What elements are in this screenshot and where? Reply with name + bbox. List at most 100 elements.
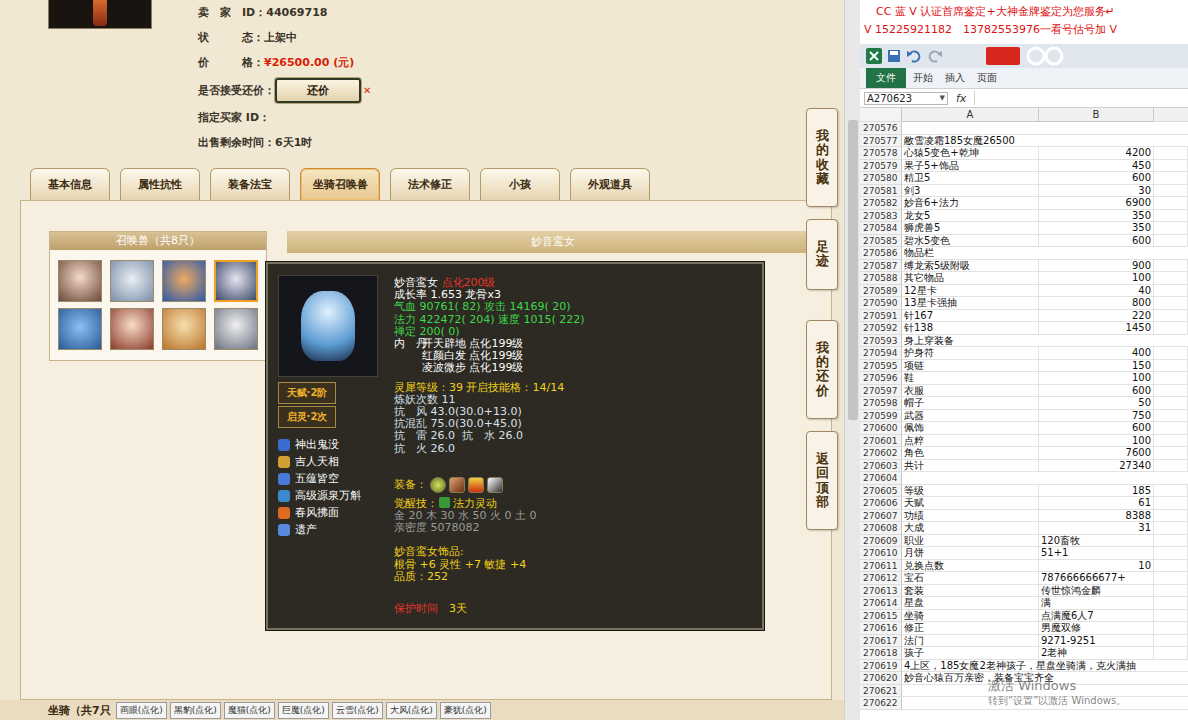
cell-c[interactable] — [1154, 447, 1188, 460]
row-number[interactable]: 270599 — [860, 410, 902, 423]
cell-b[interactable]: 600 — [1039, 172, 1154, 185]
skill-item[interactable]: 五蕴皆空 — [278, 470, 380, 487]
row-number[interactable]: 270580 — [860, 172, 902, 185]
cell-a[interactable] — [902, 472, 1188, 485]
skill-item[interactable]: 神出鬼没 — [278, 436, 380, 453]
cell-a[interactable]: 精卫5 — [902, 172, 1039, 185]
cell-c[interactable] — [1154, 610, 1188, 623]
row-number[interactable]: 270615 — [860, 610, 902, 623]
cell-b[interactable]: 150 — [1039, 360, 1154, 373]
cell-c[interactable] — [1154, 160, 1188, 173]
cell-b[interactable]: 220 — [1039, 310, 1154, 323]
column-header[interactable]: B — [1039, 108, 1154, 122]
pet-avatar-icon[interactable] — [110, 308, 154, 350]
cell-b[interactable]: 满 — [1039, 597, 1154, 610]
skill-item[interactable]: 遗产 — [278, 521, 380, 538]
cell-a[interactable]: 宝石 — [902, 572, 1039, 585]
equipment-icon[interactable] — [487, 477, 503, 493]
detail-tab[interactable]: 基本信息 — [30, 168, 110, 200]
redo-icon[interactable] — [927, 49, 943, 63]
name-box-arrow-icon[interactable]: ▼ — [940, 94, 945, 102]
detail-tab[interactable]: 法术修正 — [390, 168, 470, 200]
cell-c[interactable] — [1154, 372, 1188, 385]
cell-a[interactable]: 星盘 — [902, 597, 1039, 610]
cell-c[interactable] — [1154, 435, 1188, 448]
row-number[interactable]: 270620 — [860, 672, 902, 685]
cell-c[interactable] — [1154, 360, 1188, 373]
cell-a[interactable]: 鞋 — [902, 372, 1039, 385]
formula-input[interactable] — [974, 91, 1184, 105]
skill-item[interactable]: 吉人天相 — [278, 453, 380, 470]
detail-tab[interactable]: 装备法宝 — [210, 168, 290, 200]
row-number[interactable]: 270598 — [860, 397, 902, 410]
row-number[interactable]: 270608 — [860, 522, 902, 535]
cell-c[interactable] — [1154, 260, 1188, 273]
counter-offer-button[interactable]: 还价 — [275, 78, 361, 103]
row-number[interactable]: 270611 — [860, 560, 902, 573]
row-number[interactable]: 270581 — [860, 185, 902, 198]
cell-a[interactable]: 衣服 — [902, 385, 1039, 398]
cell-a[interactable]: 角色 — [902, 447, 1039, 460]
row-number[interactable]: 270585 — [860, 235, 902, 248]
cell-a[interactable]: 妙音6+法力 — [902, 197, 1039, 210]
name-box[interactable]: A270623▼ — [864, 92, 948, 105]
row-number[interactable]: 270593 — [860, 335, 902, 348]
cell-c[interactable] — [1154, 560, 1188, 573]
equipment-icon[interactable] — [468, 477, 484, 493]
cell-a[interactable]: 龙女5 — [902, 210, 1039, 223]
scroll-thumb[interactable] — [848, 120, 858, 420]
undo-icon[interactable] — [906, 49, 922, 63]
row-number[interactable]: 270619 — [860, 660, 902, 673]
cell-a[interactable]: 剑3 — [902, 185, 1039, 198]
row-number[interactable]: 270596 — [860, 372, 902, 385]
cell-c[interactable] — [1154, 197, 1188, 210]
cell-a[interactable]: 心猿5变色+乾坤 — [902, 147, 1039, 160]
row-number[interactable]: 270579 — [860, 160, 902, 173]
side-tab[interactable]: 足迹 — [806, 219, 838, 290]
cell-b[interactable]: 100 — [1039, 372, 1154, 385]
cell-a[interactable]: 碧水5变色 — [902, 235, 1039, 248]
cell-b[interactable]: 40 — [1039, 285, 1154, 298]
cell-b[interactable]: 31 — [1039, 522, 1154, 535]
cell-a[interactable]: 兑换点数 — [902, 560, 1039, 573]
cell-c[interactable] — [1154, 622, 1188, 635]
cell-b[interactable]: 7600 — [1039, 447, 1154, 460]
row-number[interactable]: 270622 — [860, 697, 902, 710]
cell-c[interactable] — [1154, 510, 1188, 523]
cell-c[interactable] — [1154, 347, 1188, 360]
cell-a[interactable]: 缚龙索5级附吸 — [902, 260, 1039, 273]
cell-a[interactable]: 项链 — [902, 360, 1039, 373]
cell-b[interactable]: 9271-9251 — [1039, 635, 1154, 648]
pet-avatar-icon[interactable] — [58, 308, 102, 350]
cell-a[interactable]: 其它物品 — [902, 272, 1039, 285]
row-number[interactable]: 270604 — [860, 472, 902, 485]
cell-a[interactable]: 月饼 — [902, 547, 1039, 560]
row-number[interactable]: 270577 — [860, 135, 902, 148]
cell-b[interactable]: 750 — [1039, 410, 1154, 423]
cell-a[interactable]: 套装 — [902, 585, 1039, 598]
cell-c[interactable] — [1154, 485, 1188, 498]
cell-a[interactable]: 坐骑 — [902, 610, 1039, 623]
cell-b[interactable]: 61 — [1039, 497, 1154, 510]
cell-a[interactable]: 武器 — [902, 410, 1039, 423]
row-number[interactable]: 270589 — [860, 285, 902, 298]
cell-b[interactable]: 100 — [1039, 272, 1154, 285]
row-number[interactable]: 270618 — [860, 647, 902, 660]
side-tab[interactable]: 我的收藏 — [806, 108, 838, 207]
ribbon-tab[interactable]: 插入 — [940, 68, 970, 88]
row-number[interactable]: 270601 — [860, 435, 902, 448]
cell-c[interactable] — [1154, 535, 1188, 548]
cell-b[interactable]: 600 — [1039, 235, 1154, 248]
cell-b[interactable]: 27340 — [1039, 460, 1154, 473]
cell-c[interactable] — [1154, 410, 1188, 423]
cell-b[interactable]: 400 — [1039, 347, 1154, 360]
cell-a[interactable] — [902, 685, 1188, 698]
cell-b[interactable]: 8388 — [1039, 510, 1154, 523]
cell-c[interactable] — [1154, 597, 1188, 610]
column-header[interactable]: A — [902, 108, 1039, 122]
detail-tab[interactable]: 坐骑召唤兽 — [300, 168, 380, 200]
save-icon[interactable] — [887, 49, 901, 63]
row-number[interactable]: 270594 — [860, 347, 902, 360]
cell-a[interactable]: 狮虎兽5 — [902, 222, 1039, 235]
cell-a[interactable]: 等级 — [902, 485, 1039, 498]
